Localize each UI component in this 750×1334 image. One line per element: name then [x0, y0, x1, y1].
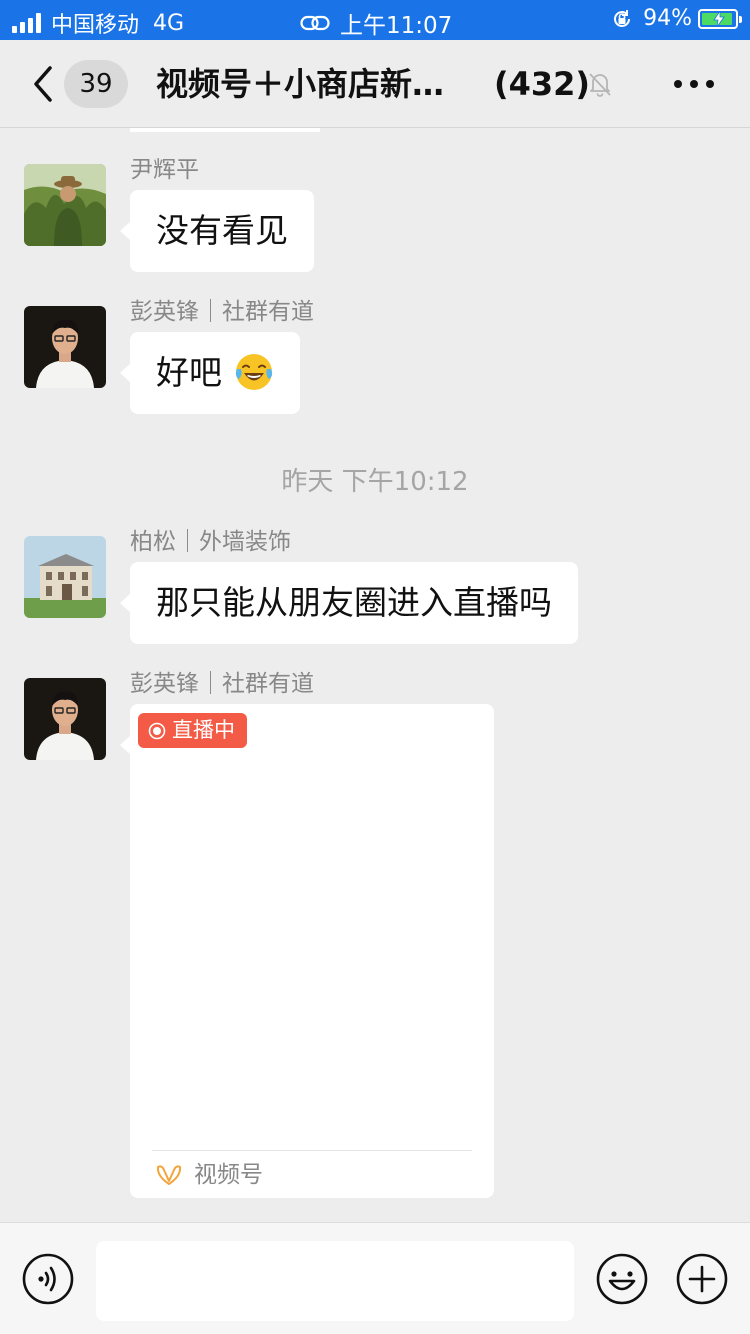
battery-percent-label: 94%	[643, 6, 692, 31]
message-text: 那只能从朋友圈进入直播吗	[156, 583, 552, 622]
link-icon	[300, 15, 330, 31]
avatar[interactable]	[24, 536, 106, 618]
timestamp-divider: 昨天 下午10:12	[281, 467, 469, 497]
live-dot-icon	[148, 722, 166, 739]
emoji-icon[interactable]	[596, 1253, 648, 1305]
chat-header: 39 视频号＋小商店新… (432)	[0, 40, 750, 128]
unread-count-badge[interactable]: 39	[64, 60, 128, 108]
message-text: 没有看见	[156, 211, 288, 250]
previous-message-bubble	[130, 128, 320, 132]
avatar-image	[24, 164, 106, 246]
carrier-label: 中国移动	[51, 13, 140, 38]
avatar-image	[24, 306, 106, 388]
voice-icon[interactable]	[22, 1253, 74, 1305]
message-input[interactable]	[96, 1241, 574, 1321]
rotation-lock-icon	[614, 9, 631, 27]
avatar-image	[24, 678, 106, 760]
clock-label: 上午11:07	[340, 13, 453, 39]
muted-bell-icon	[589, 73, 611, 97]
message-bubble[interactable]: 好吧	[120, 332, 300, 414]
member-count: (432)	[494, 65, 591, 103]
message-bubble[interactable]: 没有看见	[120, 190, 314, 272]
input-bar	[0, 1222, 750, 1334]
avatar[interactable]	[24, 164, 106, 246]
card-source-label: 视频号	[194, 1162, 263, 1188]
sender-name: 柏松｜外墙装饰	[130, 529, 291, 555]
channels-logo-icon	[156, 1165, 182, 1185]
battery-cap	[739, 15, 742, 23]
avatar[interactable]	[24, 678, 106, 760]
avatar[interactable]	[24, 306, 106, 388]
status-right: 94%	[611, 6, 742, 31]
chat-title: 视频号＋小商店新…	[156, 65, 445, 103]
status-center: 上午11:07	[300, 6, 452, 40]
message-text: 好吧	[156, 353, 222, 392]
chevron-left-icon[interactable]	[28, 62, 58, 106]
sender-name: 彭英锋｜社群有道	[130, 299, 314, 325]
sender-name: 尹辉平	[130, 157, 199, 183]
message-bubble[interactable]: 那只能从朋友圈进入直播吗	[120, 562, 578, 644]
status-bar: 中国移动 4G 上午11:07 94%	[0, 0, 750, 40]
battery-icon	[698, 8, 742, 29]
signal-icon	[12, 13, 41, 33]
laugh-cry-emoji-icon	[235, 353, 273, 390]
status-left: 中国移动 4G	[12, 7, 184, 39]
live-badge-label: 直播中	[172, 718, 235, 742]
avatar-image	[24, 536, 106, 618]
live-stream-card[interactable]: 直播中 视频号	[120, 704, 494, 1198]
sender-name: 彭英锋｜社群有道	[130, 671, 314, 697]
live-badge: 直播中	[138, 713, 247, 748]
charging-bolt-icon	[713, 10, 725, 27]
plus-icon[interactable]	[676, 1253, 728, 1305]
more-icon[interactable]	[672, 78, 716, 90]
network-label: 4G	[153, 10, 185, 36]
card-divider	[152, 1150, 472, 1151]
